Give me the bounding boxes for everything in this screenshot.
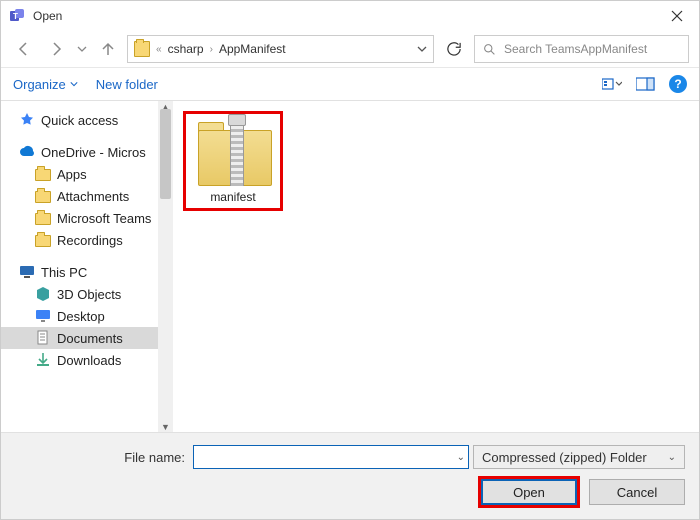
view-options-button[interactable]: [601, 75, 623, 93]
bottom-panel: File name: ⌄ Compressed (zipped) Folder …: [1, 433, 699, 519]
chevron-down-icon: [77, 44, 87, 54]
tree-item[interactable]: Apps: [1, 163, 173, 185]
chevron-down-icon: [417, 44, 427, 54]
scrollbar-thumb[interactable]: [160, 109, 171, 199]
breadcrumb-item[interactable]: csharp: [168, 42, 204, 56]
folder-icon: [35, 213, 51, 225]
refresh-button[interactable]: [440, 35, 468, 63]
tree-this-pc[interactable]: This PC: [1, 261, 173, 283]
recent-locations-button[interactable]: [75, 36, 89, 62]
chevron-right-icon: ›: [210, 44, 213, 55]
navigation-tree[interactable]: Quick access OneDrive - Micros Apps Atta…: [1, 101, 173, 432]
open-button[interactable]: Open: [481, 479, 577, 505]
scroll-down-icon[interactable]: ▼: [158, 419, 173, 432]
tree-item[interactable]: 3D Objects: [1, 283, 173, 305]
navigation-row: « csharp › AppManifest: [1, 31, 699, 67]
folder-icon: [134, 41, 150, 57]
file-type-filter[interactable]: Compressed (zipped) Folder ⌄: [473, 445, 685, 469]
open-dialog: T Open « csharp › AppManifest: [0, 0, 700, 520]
folder-icon: [35, 235, 51, 247]
tree-item[interactable]: Downloads: [1, 349, 173, 371]
toolbar: Organize New folder ?: [1, 67, 699, 101]
file-item-manifest[interactable]: manifest: [183, 111, 283, 211]
address-dropdown-button[interactable]: [417, 44, 427, 54]
dialog-actions: Open Cancel: [15, 479, 685, 505]
search-icon: [483, 43, 496, 56]
sidebar-scrollbar[interactable]: ▲ ▼: [158, 101, 173, 432]
window-close-button[interactable]: [654, 1, 699, 31]
tree-item[interactable]: Attachments: [1, 185, 173, 207]
search-box[interactable]: [474, 35, 689, 63]
svg-text:T: T: [13, 12, 18, 21]
chevron-down-icon: [70, 80, 78, 88]
filename-input[interactable]: [193, 445, 469, 469]
main-area: Quick access OneDrive - Micros Apps Atta…: [1, 101, 699, 433]
close-icon: [671, 10, 683, 22]
up-button[interactable]: [95, 36, 121, 62]
zip-folder-icon: [194, 118, 272, 186]
address-bar[interactable]: « csharp › AppManifest: [127, 35, 434, 63]
arrow-up-icon: [100, 41, 116, 57]
file-list[interactable]: manifest: [173, 101, 699, 432]
app-icon: T: [9, 8, 25, 24]
preview-pane-icon: [636, 77, 656, 91]
tree-quick-access[interactable]: Quick access: [1, 109, 173, 131]
cancel-button[interactable]: Cancel: [589, 479, 685, 505]
desktop-icon: [35, 308, 51, 324]
window-title: Open: [33, 9, 654, 23]
tree-item[interactable]: Recordings: [1, 229, 173, 251]
view-icon: [602, 77, 622, 91]
downloads-icon: [35, 352, 51, 368]
tree-item-documents[interactable]: Documents: [1, 327, 173, 349]
arrow-left-icon: [16, 41, 32, 57]
filename-label: File name:: [15, 450, 185, 465]
cube-icon: [35, 286, 51, 302]
forward-button[interactable]: [43, 36, 69, 62]
folder-icon: [35, 191, 51, 203]
organize-menu[interactable]: Organize: [13, 77, 78, 92]
breadcrumb-prefix: «: [156, 44, 162, 55]
file-label: manifest: [210, 190, 255, 204]
tree-item[interactable]: Microsoft Teams: [1, 207, 173, 229]
cloud-icon: [19, 144, 35, 160]
tree-item[interactable]: Desktop: [1, 305, 173, 327]
documents-icon: [35, 330, 51, 346]
preview-pane-button[interactable]: [635, 75, 657, 93]
breadcrumb-item[interactable]: AppManifest: [219, 42, 286, 56]
arrow-right-icon: [48, 41, 64, 57]
chevron-down-icon: ⌄: [668, 452, 676, 463]
tree-onedrive[interactable]: OneDrive - Micros: [1, 141, 173, 163]
titlebar: T Open: [1, 1, 699, 31]
filter-label: Compressed (zipped) Folder: [482, 450, 647, 465]
folder-icon: [35, 169, 51, 181]
refresh-icon: [447, 42, 461, 56]
organize-label: Organize: [13, 77, 66, 92]
back-button[interactable]: [11, 36, 37, 62]
search-input[interactable]: [502, 41, 680, 57]
pc-icon: [19, 264, 35, 280]
star-icon: [19, 112, 35, 128]
help-icon: ?: [674, 77, 681, 91]
help-button[interactable]: ?: [669, 75, 687, 93]
new-folder-button[interactable]: New folder: [96, 77, 158, 92]
